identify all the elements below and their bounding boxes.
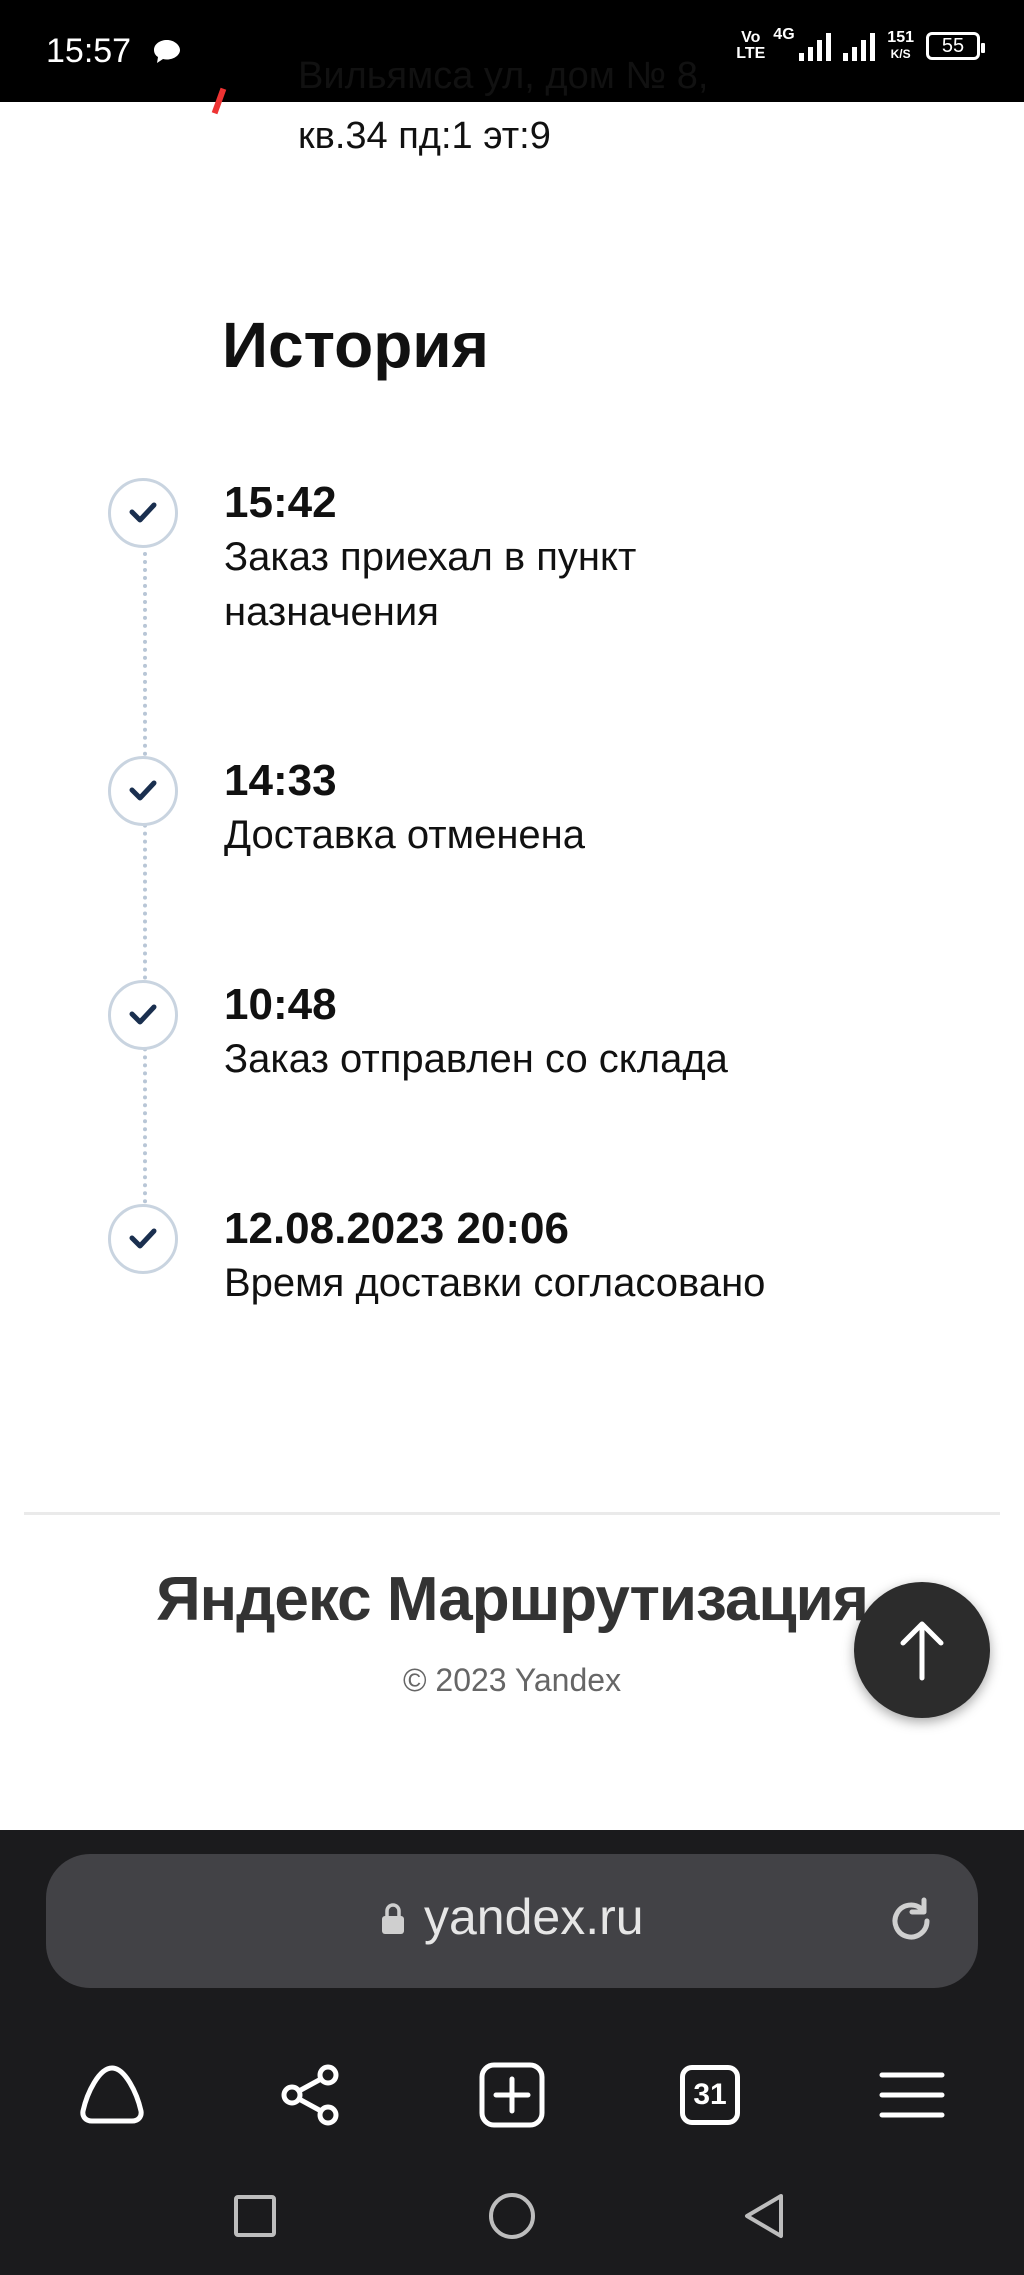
event-time: 15:42 — [224, 478, 337, 527]
hamburger-menu-icon — [879, 2072, 945, 2118]
event-description: Заказ приехал в пункт назначения — [224, 535, 637, 634]
history-title: История — [222, 309, 489, 381]
tabs-count-icon: 31 — [680, 2065, 740, 2125]
event-time: 10:48 — [224, 980, 337, 1029]
home-button[interactable] — [472, 2176, 552, 2256]
plus-square-icon — [479, 2062, 545, 2128]
new-tab-button[interactable] — [462, 2030, 562, 2160]
url-text: yandex.ru — [424, 1889, 644, 1945]
battery-level: 55 — [941, 34, 965, 57]
share-icon — [281, 2064, 339, 2126]
lock-icon — [380, 1902, 406, 1941]
timeline-line — [143, 552, 147, 1212]
address-line-1: Вильямса ул, дом № 8, — [298, 55, 709, 97]
back-triangle-icon — [745, 2194, 783, 2238]
share-button[interactable] — [260, 2030, 360, 2160]
back-button[interactable] — [724, 2176, 804, 2256]
check-icon — [108, 980, 178, 1050]
alice-button[interactable] — [62, 2030, 162, 2160]
speed-value: 151 — [887, 29, 914, 46]
event-time: 12.08.2023 20:06 — [224, 1204, 569, 1253]
scroll-to-top-button[interactable] — [854, 1582, 990, 1718]
circle-icon — [489, 2193, 535, 2239]
battery-icon: 55 — [926, 32, 985, 60]
tabs-count: 31 — [693, 2078, 727, 2111]
network-type: 4G — [773, 26, 795, 43]
status-time: 15:57 — [46, 32, 132, 70]
footer-divider — [24, 1512, 1000, 1515]
event-description: Доставка отменена — [224, 813, 585, 857]
menu-button[interactable] — [862, 2030, 962, 2160]
delivery-address: Вильямса ул, дом № 8, кв.34 пд:1 эт:9 — [298, 55, 918, 166]
alice-icon — [80, 2065, 144, 2124]
address-line-2: кв.34 пд:1 эт:9 — [298, 115, 551, 157]
square-icon — [234, 2195, 276, 2237]
event-description: Время доставки согласовано — [224, 1261, 766, 1305]
system-navigation-bar — [0, 2160, 1024, 2275]
event-time: 14:33 — [224, 756, 337, 805]
recents-button[interactable] — [215, 2176, 295, 2256]
browser-bottom-bar: yandex.ru 31 — [0, 1830, 1024, 2275]
tabs-button[interactable]: 31 — [660, 2030, 760, 2160]
arrow-up-icon — [900, 1621, 944, 1681]
event-description: Заказ отправлен со склада — [224, 1037, 728, 1081]
volte-top: Vo — [741, 29, 761, 46]
browser-toolbar: 31 — [0, 2030, 1024, 2160]
reload-icon — [892, 1897, 930, 1940]
check-icon — [108, 478, 178, 548]
reload-button[interactable] — [884, 1894, 938, 1953]
chat-notification-icon — [152, 38, 182, 71]
check-icon — [108, 1204, 178, 1274]
check-icon — [108, 756, 178, 826]
address-bar[interactable]: yandex.ru — [46, 1854, 978, 1988]
